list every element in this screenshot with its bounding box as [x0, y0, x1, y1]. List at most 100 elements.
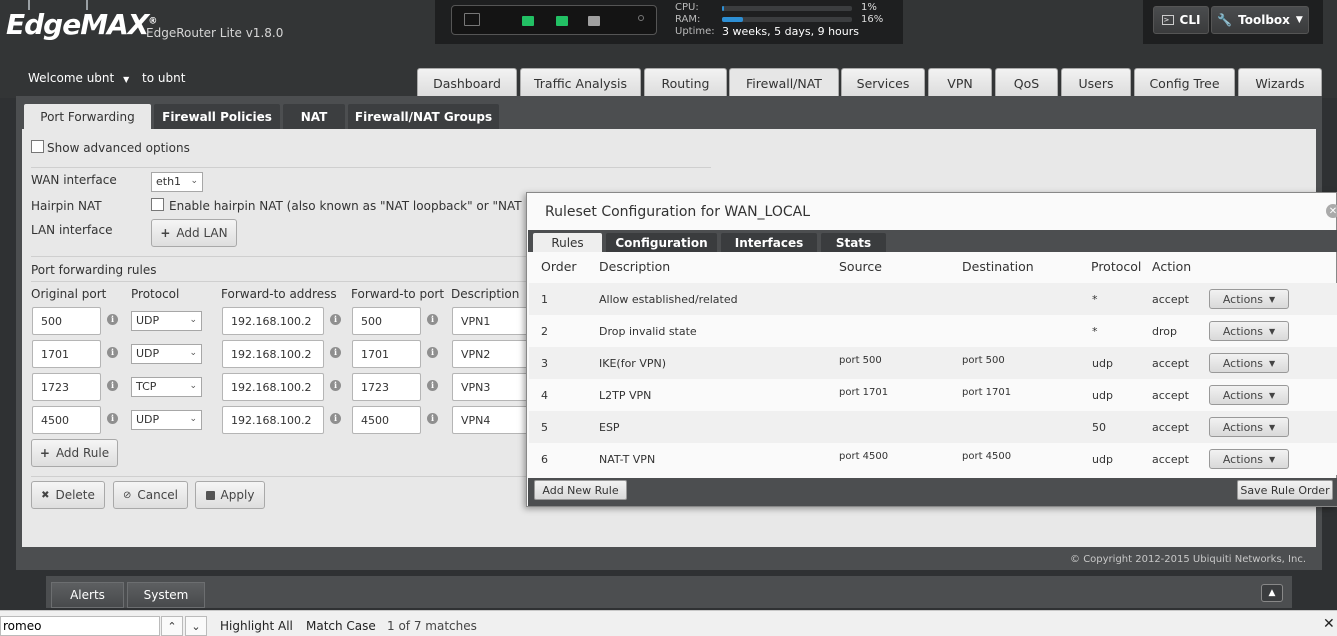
forward-port-input[interactable]: 1701: [352, 340, 421, 368]
forward-address-input[interactable]: 192.168.100.2: [222, 373, 324, 401]
match-case-toggle[interactable]: Match Case: [306, 619, 376, 633]
original-port-input[interactable]: 500: [32, 307, 101, 335]
original-port-input[interactable]: 4500: [32, 406, 101, 434]
nav-tab-traffic-analysis[interactable]: Traffic Analysis: [520, 68, 641, 97]
modal-tab-stats[interactable]: Stats: [821, 233, 886, 252]
col-source: Source: [839, 259, 882, 274]
subtab-port-forwarding[interactable]: Port Forwarding: [24, 104, 151, 130]
original-port-input[interactable]: 1701: [32, 340, 101, 368]
wan-interface-select[interactable]: eth1 ⌄: [151, 172, 203, 192]
caret-down-icon: ▼: [1269, 358, 1276, 368]
nav-tab-vpn[interactable]: VPN: [928, 68, 992, 97]
add-new-rule-button[interactable]: Add New Rule: [534, 480, 627, 500]
close-icon[interactable]: ✕: [1326, 204, 1337, 218]
rule-action: accept: [1152, 357, 1189, 370]
divider: [31, 281, 531, 282]
show-advanced-checkbox[interactable]: [31, 140, 44, 153]
caret-down-icon: ▼: [123, 75, 130, 84]
rule-source: port 1701: [839, 387, 889, 398]
rule-protocol: udp: [1092, 453, 1113, 466]
modal-tab-rules[interactable]: Rules: [533, 233, 602, 252]
col-protocol: Protocol: [131, 287, 180, 301]
actions-dropdown-button[interactable]: Actions ▼: [1209, 449, 1289, 469]
original-port-input[interactable]: 1723: [32, 373, 101, 401]
forward-address-input[interactable]: 192.168.100.2: [222, 307, 324, 335]
rule-action: accept: [1152, 453, 1189, 466]
nav-tab-routing[interactable]: Routing: [644, 68, 727, 97]
subtab-nat[interactable]: NAT: [283, 104, 345, 130]
modal-title: Ruleset Configuration for WAN_LOCAL: [545, 204, 811, 220]
subtab-firewall-policies[interactable]: Firewall Policies: [154, 104, 280, 130]
cli-button[interactable]: > CLI: [1153, 6, 1209, 34]
caret-down-icon: ▼: [1269, 454, 1276, 464]
chevron-down-icon: ⌄: [190, 176, 198, 186]
no-entry-icon: ⊘: [122, 489, 132, 501]
cli-label: CLI: [1179, 13, 1201, 27]
caret-down-icon: ▼: [1269, 294, 1276, 304]
actions-dropdown-button[interactable]: Actions ▼: [1209, 417, 1289, 437]
chevron-up-icon: ⌃: [167, 619, 177, 633]
rule-order: 2: [541, 325, 548, 338]
save-rule-order-button[interactable]: Save Rule Order: [1237, 480, 1333, 500]
col-forward-to-address: Forward-to address: [221, 287, 337, 301]
chevron-down-icon: ⌄: [189, 348, 197, 358]
table-row: 1 Allow established/related * accept Act…: [529, 283, 1337, 315]
close-findbar-icon[interactable]: ✕: [1323, 616, 1335, 632]
toolbox-button[interactable]: 🔧 Toolbox ▼: [1211, 6, 1309, 34]
actions-dropdown-button[interactable]: Actions ▼: [1209, 289, 1289, 309]
add-lan-button[interactable]: + Add LAN: [151, 219, 237, 247]
forward-port-input[interactable]: 1723: [352, 373, 421, 401]
rule-action: accept: [1152, 421, 1189, 434]
nav-tab-services[interactable]: Services: [841, 68, 925, 97]
cancel-button[interactable]: ⊘ Cancel: [113, 481, 188, 509]
show-advanced-label: Show advanced options: [47, 141, 190, 155]
save-disk-icon: [205, 490, 215, 500]
nav-tab-config-tree[interactable]: Config Tree: [1134, 68, 1235, 97]
find-previous-button[interactable]: ⌃: [161, 616, 183, 636]
nav-tab-firewall-nat[interactable]: Firewall/NAT: [729, 68, 839, 97]
caret-down-icon: ▼: [1269, 326, 1276, 336]
find-next-button[interactable]: ⌄: [185, 616, 207, 636]
hairpin-nat-label: Hairpin NAT: [31, 199, 102, 213]
subtab-firewall-nat-groups[interactable]: Firewall/NAT Groups: [348, 104, 499, 130]
protocol-select[interactable]: UDP ⌄: [131, 410, 202, 430]
welcome-user-menu[interactable]: Welcome ubnt ▼: [28, 71, 129, 85]
forward-address-input[interactable]: 192.168.100.2: [222, 340, 324, 368]
description-input[interactable]: VPN3: [452, 373, 528, 401]
chevron-down-icon: ⌄: [189, 414, 197, 424]
rule-description: ESP: [599, 421, 620, 434]
nav-tab-wizards[interactable]: Wizards: [1238, 68, 1322, 97]
actions-dropdown-button[interactable]: Actions ▼: [1209, 385, 1289, 405]
tab-alerts[interactable]: Alerts: [51, 582, 124, 608]
protocol-select[interactable]: TCP ⌄: [131, 377, 202, 397]
delete-button[interactable]: ✖ Delete: [31, 481, 105, 509]
forward-port-input[interactable]: 4500: [352, 406, 421, 434]
modal-tab-configuration[interactable]: Configuration: [606, 233, 717, 252]
hairpin-nat-checkbox[interactable]: [151, 198, 164, 211]
caret-down-icon: ▼: [1295, 15, 1303, 25]
cpu-value: 1%: [861, 2, 877, 13]
chevron-up-icon[interactable]: ▲: [1261, 584, 1283, 602]
toolbox-label: Toolbox: [1238, 13, 1290, 27]
nav-tab-dashboard[interactable]: Dashboard: [417, 68, 517, 97]
add-rule-button[interactable]: + Add Rule: [31, 439, 118, 467]
tab-system[interactable]: System: [127, 582, 205, 608]
nav-tab-qos[interactable]: QoS: [995, 68, 1058, 97]
protocol-select[interactable]: UDP ⌄: [131, 311, 202, 331]
protocol-select[interactable]: UDP ⌄: [131, 344, 202, 364]
description-input[interactable]: VPN4: [452, 406, 528, 434]
apply-button[interactable]: Apply: [195, 481, 265, 509]
description-input[interactable]: VPN1: [452, 307, 528, 335]
find-input[interactable]: romeo: [0, 616, 160, 636]
forward-address-input[interactable]: 192.168.100.2: [222, 406, 324, 434]
actions-dropdown-button[interactable]: Actions ▼: [1209, 321, 1289, 341]
highlight-all-toggle[interactable]: Highlight All: [220, 619, 293, 633]
nav-tab-users[interactable]: Users: [1061, 68, 1131, 97]
description-input[interactable]: VPN2: [452, 340, 528, 368]
modal-tab-interfaces[interactable]: Interfaces: [721, 233, 817, 252]
actions-dropdown-button[interactable]: Actions ▼: [1209, 353, 1289, 373]
col-action: Action: [1152, 259, 1192, 274]
terminal-icon: >: [1161, 15, 1174, 25]
col-original-port: Original port: [31, 287, 107, 301]
forward-port-input[interactable]: 500: [352, 307, 421, 335]
